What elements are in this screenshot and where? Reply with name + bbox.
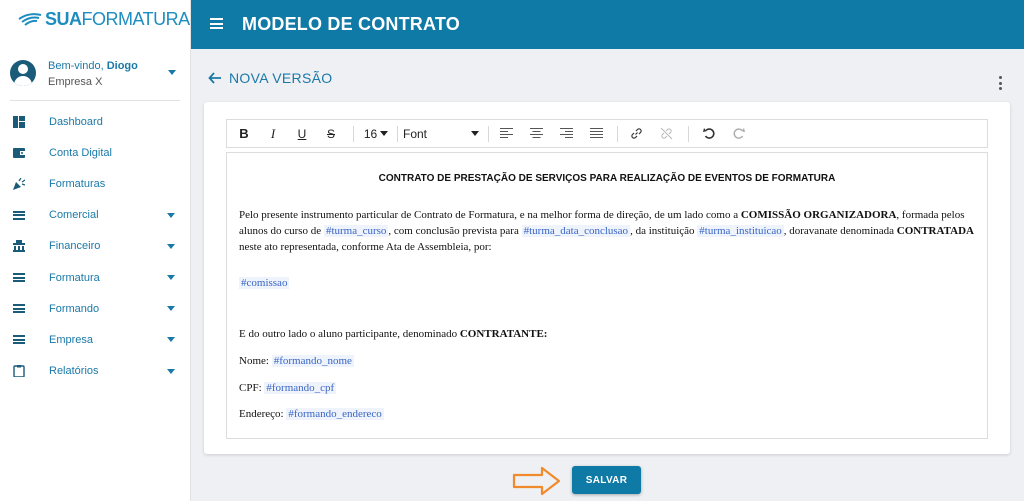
italic-button[interactable]: I xyxy=(262,120,284,147)
variable-tag: #turma_data_conclusao xyxy=(521,225,631,237)
sidebar-item-formatura[interactable]: Formatura xyxy=(0,262,190,293)
company-name: Empresa X xyxy=(48,76,103,88)
sidebar-item-label: Conta Digital xyxy=(49,146,112,159)
sidebar-item-label: Formando xyxy=(49,302,100,315)
unlink-icon[interactable] xyxy=(660,127,673,140)
sidebar-item-formaturas[interactable]: Formaturas xyxy=(0,168,190,199)
sidebar-item-label: Formaturas xyxy=(49,177,106,190)
arrow-right-icon xyxy=(512,466,561,496)
align-center-icon[interactable] xyxy=(530,127,543,140)
list-icon xyxy=(13,304,25,314)
font-family-value: Font xyxy=(403,126,428,141)
font-family-select[interactable]: Font xyxy=(403,120,479,147)
toolbar-divider xyxy=(617,126,618,142)
chevron-down-icon[interactable] xyxy=(168,70,176,75)
chevron-down-icon[interactable] xyxy=(167,275,175,281)
party-popper-icon xyxy=(13,177,25,190)
link-icon[interactable] xyxy=(630,127,643,140)
document-title: CONTRATO DE PRESTAÇÃO DE SERVIÇOS PARA R… xyxy=(378,173,836,184)
arrow-back-icon[interactable] xyxy=(208,71,222,85)
chevron-down-icon[interactable] xyxy=(167,212,175,218)
chevron-down-icon xyxy=(471,131,479,136)
sidebar-item-conta-digital[interactable]: Conta Digital xyxy=(0,137,190,168)
toolbar-divider xyxy=(353,126,354,142)
sidebar-nav: Dashboard Conta Digital Formaturas Comer… xyxy=(0,106,190,387)
menu-icon[interactable] xyxy=(210,18,223,29)
editor-toolbar: B I U S 16 Font xyxy=(226,119,988,148)
document-paragraph: Pelo presente instrumento particular de … xyxy=(239,209,974,253)
variable-tag: #formando_nome xyxy=(271,355,354,367)
sidebar-item-formando[interactable]: Formando xyxy=(0,293,190,324)
graduation-cap-icon xyxy=(18,12,42,26)
underline-button[interactable]: U xyxy=(291,120,313,147)
document-field-line: Nome: #formando_nome xyxy=(239,355,354,367)
chevron-down-icon xyxy=(380,131,389,136)
variable-tag: #turma_instituicao xyxy=(697,225,784,237)
wallet-icon xyxy=(13,147,25,158)
font-size-value: 16 xyxy=(363,126,378,141)
sidebar-item-dashboard[interactable]: Dashboard xyxy=(0,106,190,137)
redo-icon[interactable] xyxy=(732,127,745,140)
variable-tag: #formando_endereco xyxy=(286,408,384,420)
chevron-down-icon[interactable] xyxy=(167,368,175,374)
brand-logo[interactable]: SUAFORMATURA xyxy=(17,9,190,30)
sidebar-item-empresa[interactable]: Empresa xyxy=(0,324,190,355)
sidebar-item-relatorios[interactable]: Relatórios xyxy=(0,356,190,387)
align-left-icon[interactable] xyxy=(500,127,513,140)
sidebar-item-label: Dashboard xyxy=(49,115,103,128)
sidebar-item-label: Empresa xyxy=(49,333,94,346)
bank-icon xyxy=(13,240,25,253)
top-app-bar: MODELO DE CONTRATO xyxy=(191,0,1024,49)
variable-tag: #comissao xyxy=(239,277,290,289)
strikethrough-button[interactable]: S xyxy=(320,120,342,147)
align-justify-icon[interactable] xyxy=(590,127,603,140)
document-field-line: Endereço: #formando_endereco xyxy=(239,408,384,420)
undo-icon[interactable] xyxy=(703,127,716,140)
page-title: MODELO DE CONTRATO xyxy=(242,14,460,34)
sidebar-item-label: Formatura xyxy=(49,271,100,284)
editor-card: B I U S 16 Font CONTRATO DE PRESTAÇÃO DE… xyxy=(204,102,1010,454)
sidebar: SUAFORMATURA Bem-vindo, Diogo Empresa X … xyxy=(0,0,191,501)
sidebar-item-label: Relatórios xyxy=(49,365,99,378)
list-icon xyxy=(13,335,25,345)
more-vert-icon[interactable] xyxy=(998,76,1002,90)
toolbar-divider xyxy=(688,126,689,142)
avatar xyxy=(10,60,36,86)
divider xyxy=(10,100,180,101)
sidebar-item-label: Comercial xyxy=(49,209,99,222)
toolbar-divider xyxy=(397,126,398,142)
chevron-down-icon[interactable] xyxy=(167,337,175,343)
document-paragraph: E do outro lado o aluno participante, de… xyxy=(239,328,548,340)
align-right-icon[interactable] xyxy=(560,127,573,140)
variable-tag: #turma_curso xyxy=(323,225,389,237)
sidebar-item-financeiro[interactable]: Financeiro xyxy=(0,231,190,262)
brand-name: SUAFORMATURA xyxy=(45,9,190,29)
list-icon xyxy=(13,210,25,220)
section-title: NOVA VERSÃO xyxy=(229,70,333,86)
sidebar-item-comercial[interactable]: Comercial xyxy=(0,200,190,231)
document-field-line: CPF: #formando_cpf xyxy=(239,382,337,394)
welcome-text: Bem-vindo, Diogo xyxy=(48,60,138,72)
dashboard-icon xyxy=(13,115,25,128)
toolbar-divider xyxy=(488,126,489,142)
document-paragraph: #comissao xyxy=(239,275,984,291)
clipboard-icon xyxy=(13,365,25,378)
sidebar-item-label: Financeiro xyxy=(49,240,101,253)
chevron-down-icon[interactable] xyxy=(167,243,175,249)
chevron-down-icon[interactable] xyxy=(167,306,175,312)
font-size-select[interactable]: 16 xyxy=(361,120,391,147)
bold-button[interactable]: B xyxy=(233,120,255,147)
variable-tag: #formando_cpf xyxy=(264,382,337,394)
document-editor[interactable]: CONTRATO DE PRESTAÇÃO DE SERVIÇOS PARA R… xyxy=(226,152,988,439)
save-button[interactable]: SALVAR xyxy=(572,466,641,494)
user-menu[interactable]: Bem-vindo, Diogo Empresa X xyxy=(10,58,180,100)
list-icon xyxy=(13,273,25,283)
